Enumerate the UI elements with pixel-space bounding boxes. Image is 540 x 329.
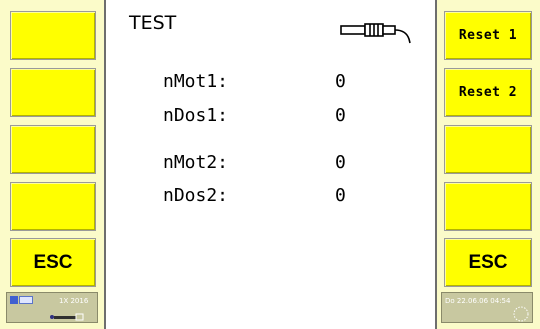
row-label: nDos2: [163, 185, 229, 206]
reset-2-button[interactable]: Reset 2 [444, 68, 532, 117]
left-esc-button[interactable]: ESC [10, 238, 96, 287]
clock-icon [513, 306, 529, 322]
left-softkey-column: ESC 1X 2016 [0, 0, 106, 329]
left-softkey-2[interactable] [10, 68, 96, 117]
row-value: 0 [335, 152, 346, 173]
row-label: nMot2: [163, 152, 229, 173]
row-value: 0 [335, 71, 346, 92]
left-status-text: 1X 2016 [59, 297, 89, 305]
row-value: 0 [335, 185, 346, 206]
left-softkey-3[interactable] [10, 125, 96, 174]
row-ndos1: nDos1: 0 [163, 105, 363, 127]
left-softkey-4[interactable] [10, 182, 96, 231]
row-nmot1: nMot1: 0 [163, 71, 363, 93]
proximity-sensor-icon [340, 23, 411, 44]
right-softkey-column: Reset 1 Reset 2 ESC Do 22.06.06 04:54 [435, 0, 540, 329]
left-softkey-1[interactable] [10, 11, 96, 60]
right-status-panel: Do 22.06.06 04:54 [441, 292, 533, 323]
row-label: nMot1: [163, 71, 229, 92]
left-status-panel: 1X 2016 [6, 292, 98, 323]
row-value: 0 [335, 105, 346, 126]
right-esc-button[interactable]: ESC [444, 238, 532, 287]
page-title: TEST [129, 12, 177, 34]
row-ndos2: nDos2: 0 [163, 185, 363, 207]
reset-1-button[interactable]: Reset 1 [444, 11, 532, 60]
right-softkey-3[interactable] [444, 125, 532, 174]
row-label: nDos1: [163, 105, 229, 126]
right-softkey-4[interactable] [444, 182, 532, 231]
row-nmot2: nMot2: 0 [163, 152, 363, 174]
